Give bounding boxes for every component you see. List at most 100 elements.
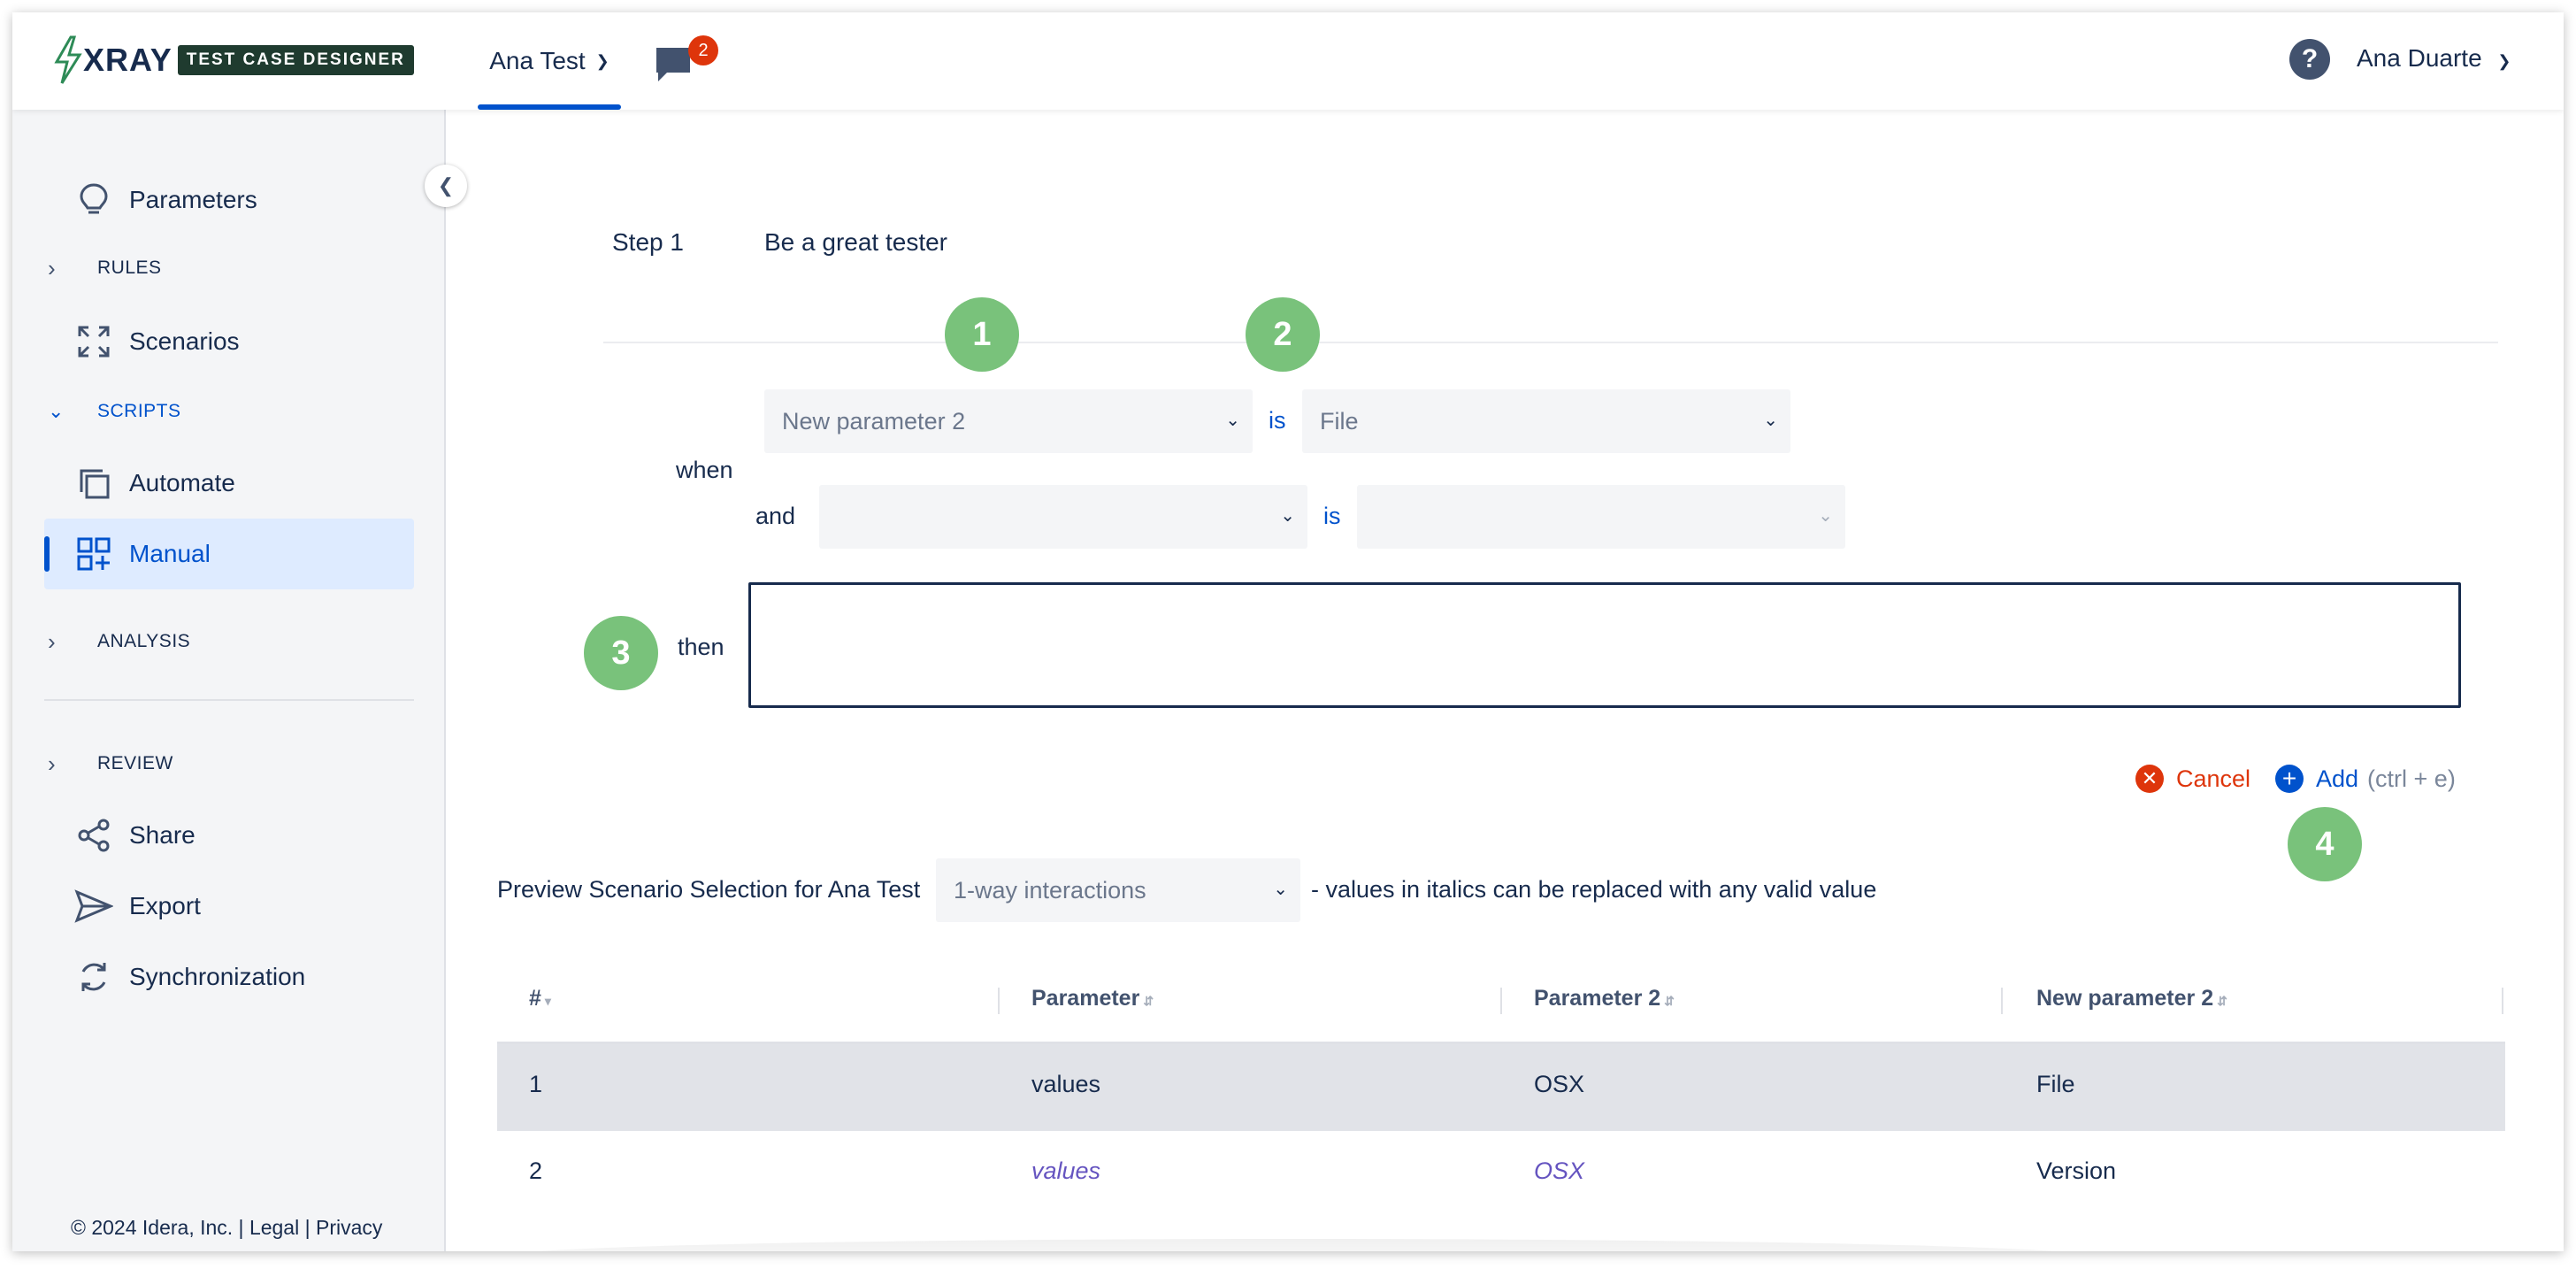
callout-marker-1: 1: [945, 297, 1019, 372]
footer-separator: |: [299, 1216, 316, 1239]
select-value: 1-way interactions: [954, 876, 1146, 904]
legal-link[interactable]: Legal: [249, 1216, 299, 1239]
add-shortcut-hint: (ctrl + e): [2367, 765, 2456, 792]
sidebar-item-automate[interactable]: Automate: [44, 448, 414, 519]
close-circle-icon: ✕: [2135, 765, 2164, 793]
sidebar-section-analysis[interactable]: › ANALYSIS: [48, 619, 190, 664]
chevron-left-icon: ❮: [437, 174, 455, 196]
preview-label: Preview Scenario Selection for Ana Test: [497, 876, 921, 903]
sidebar-item-parameters[interactable]: Parameters: [44, 165, 414, 235]
sidebar-item-label: Automate: [129, 469, 235, 496]
sidebar-item-manual[interactable]: Manual: [44, 519, 414, 589]
main-content: Step 1 Be a great tester 1 2 when New pa…: [448, 110, 2564, 1251]
sidebar-divider: [44, 699, 414, 701]
sort-icon: ⇵: [1143, 994, 1154, 1008]
share-icon: [74, 816, 113, 855]
sidebar-item-scenarios[interactable]: Scenarios: [44, 306, 414, 377]
column-header-new-parameter-2[interactable]: New parameter 2 ⇵: [2036, 986, 2227, 1011]
sidebar-section-label: ANALYSIS: [97, 631, 191, 651]
add-button[interactable]: + Add (ctrl + e): [2275, 765, 2456, 793]
select-value: File: [1320, 407, 1359, 435]
sidebar-section-label: SCRIPTS: [97, 401, 181, 421]
sidebar-section-label: RULES: [97, 258, 162, 278]
scroll-shadow: [501, 1239, 2093, 1251]
expand-arrows-icon: [74, 322, 113, 361]
sidebar-footer: © 2024 Idera, Inc. | Legal | Privacy: [71, 1216, 382, 1240]
cancel-label: Cancel: [2176, 765, 2251, 792]
interaction-strength-select[interactable]: 1-way interactions ⌄: [936, 858, 1300, 922]
lightning-bolt-icon: [54, 35, 82, 84]
condition-parameter-select-1[interactable]: New parameter 2 ⌄: [764, 389, 1253, 453]
sidebar-item-label: Share: [129, 821, 196, 849]
sidebar-item-label: Parameters: [129, 186, 257, 213]
preview-note: - values in italics can be replaced with…: [1311, 876, 1877, 903]
and-label: and: [755, 503, 796, 529]
collapse-sidebar-button[interactable]: ❮: [425, 165, 467, 207]
column-header-label: Parameter 2: [1534, 986, 1661, 1011]
chevron-right-icon: ›: [48, 627, 56, 655]
chevron-down-icon: ⌄: [48, 400, 65, 422]
sidebar-item-label: Synchronization: [129, 963, 306, 990]
sort-icon: ▾: [544, 994, 551, 1008]
table-cell: Version: [2036, 1157, 2117, 1184]
column-separator: [998, 988, 1000, 1014]
chevron-right-icon: ›: [48, 254, 56, 281]
top-navigation-bar: XRAY TEST CASE DESIGNER Ana Test ❯ 2 ? A…: [12, 12, 2564, 110]
table-header: # ▾ Parameter ⇵ Parameter 2 ⇵ New parameter…: [497, 959, 2505, 1044]
send-icon: [74, 887, 113, 926]
chevron-down-icon: ⌄: [1280, 506, 1295, 526]
callout-marker-2: 2: [1246, 297, 1320, 372]
column-header-label: Parameter: [1031, 986, 1140, 1011]
scenario-table: # ▾ Parameter ⇵ Parameter 2 ⇵ New parameter…: [497, 959, 2505, 1218]
column-header-parameter[interactable]: Parameter ⇵: [1031, 986, 1154, 1011]
chevron-down-icon: ❯: [595, 51, 610, 70]
table-row[interactable]: 1 values OSX File: [497, 1044, 2505, 1131]
table-row[interactable]: 2 values OSX Version: [497, 1131, 2505, 1218]
then-textarea[interactable]: [748, 582, 2461, 708]
then-label: then: [678, 634, 724, 660]
notification-badge: 2: [688, 35, 718, 65]
sidebar-item-export[interactable]: Export: [44, 871, 414, 942]
callout-marker-3: 3: [584, 616, 658, 690]
sidebar-section-review[interactable]: › REVIEW: [48, 742, 173, 786]
project-tab[interactable]: Ana Test ❯: [478, 12, 621, 110]
sync-icon: [74, 958, 113, 996]
chevron-down-icon: ⌄: [1273, 880, 1288, 899]
copyright-text: © 2024 Idera, Inc. |: [71, 1216, 249, 1239]
table-cell: 1: [529, 1071, 543, 1097]
condition-value-select-2[interactable]: ⌄: [1357, 485, 1845, 549]
chevron-down-icon: ⌄: [1225, 411, 1240, 430]
grid-add-icon: [74, 535, 113, 573]
plus-circle-icon: +: [2275, 765, 2304, 793]
sort-icon: ⇵: [2217, 994, 2227, 1008]
callout-marker-4: 4: [2288, 807, 2362, 881]
privacy-link[interactable]: Privacy: [316, 1216, 382, 1239]
sidebar-item-synchronization[interactable]: Synchronization: [44, 942, 414, 1012]
sort-icon: ⇵: [1664, 994, 1675, 1008]
condition-value-select-1[interactable]: File ⌄: [1302, 389, 1790, 453]
chevron-right-icon: ›: [48, 750, 56, 777]
help-icon[interactable]: ?: [2289, 39, 2330, 80]
column-separator: [2001, 988, 2003, 1014]
condition-parameter-select-2[interactable]: ⌄: [819, 485, 1307, 549]
sidebar: Parameters › RULES Scenarios ⌄ SCRIPTS A…: [12, 110, 446, 1251]
notifications-button[interactable]: 2: [653, 35, 718, 88]
xray-logo[interactable]: XRAY TEST CASE DESIGNER: [51, 35, 414, 85]
sidebar-section-rules[interactable]: › RULES: [48, 246, 162, 290]
column-header-label: New parameter 2: [2036, 986, 2214, 1011]
column-header-label: #: [529, 986, 541, 1011]
sidebar-item-share[interactable]: Share: [44, 800, 414, 871]
logo-badge: TEST CASE DESIGNER: [177, 45, 414, 75]
step-description: Be a great tester: [764, 228, 948, 256]
cancel-button[interactable]: ✕ Cancel: [2135, 765, 2250, 793]
column-separator: [1500, 988, 1502, 1014]
column-header-parameter-2[interactable]: Parameter 2 ⇵: [1534, 986, 1675, 1011]
column-header-number[interactable]: # ▾: [529, 986, 551, 1011]
table-cell: OSX: [1534, 1157, 1585, 1184]
chevron-down-icon: ⌄: [1763, 411, 1778, 430]
sidebar-item-label: Scenarios: [129, 327, 240, 355]
sidebar-section-scripts[interactable]: ⌄ SCRIPTS: [48, 389, 181, 434]
table-cell: values: [1031, 1071, 1101, 1097]
user-menu[interactable]: Ana Duarte ❯: [2357, 44, 2511, 73]
select-value: New parameter 2: [782, 407, 966, 435]
